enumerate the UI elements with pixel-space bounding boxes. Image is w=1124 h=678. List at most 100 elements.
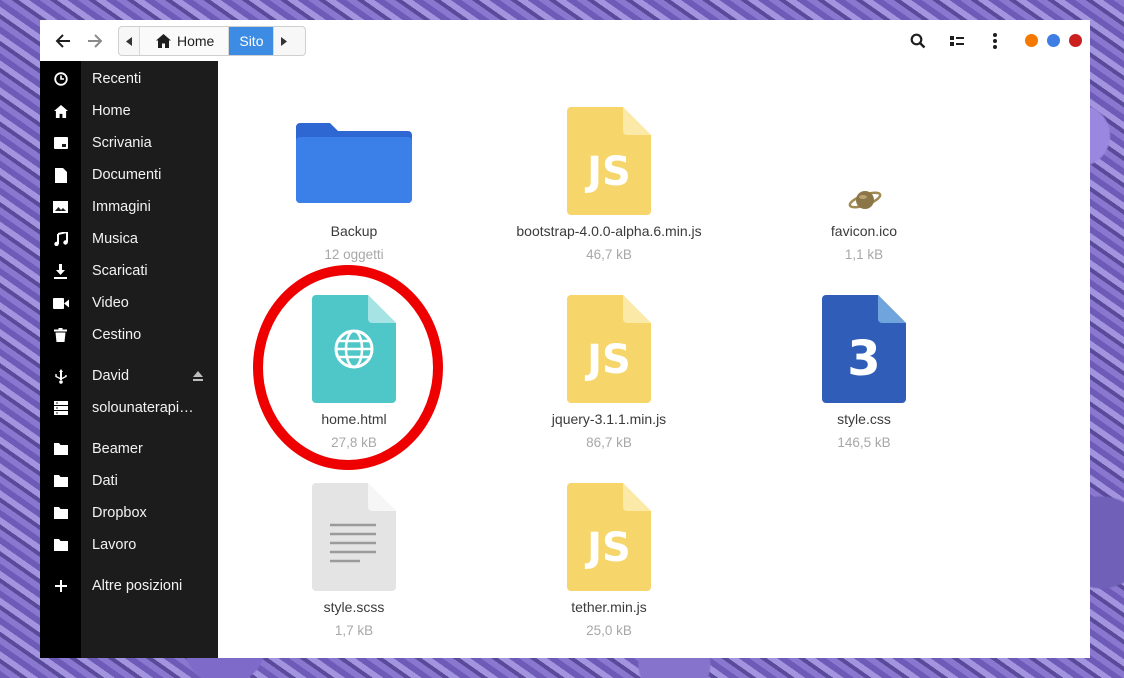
file-meta: 46,7 kB: [586, 247, 632, 262]
sidebar-item-documenti[interactable]: Documenti: [40, 159, 218, 191]
sidebar-item-label: solounaterapia.it: [92, 400, 197, 416]
javascript-file-icon: JS: [567, 107, 651, 215]
file-name: favicon.ico: [830, 223, 898, 239]
folder-icon: [296, 123, 412, 203]
sidebar-item-label: Home: [92, 103, 131, 119]
document-icon: [54, 167, 67, 183]
view-toggle-button[interactable]: [944, 28, 970, 54]
sidebar-item-label: Scaricati: [92, 263, 148, 279]
trash-icon: [54, 328, 67, 342]
desktop-icon: [53, 137, 68, 149]
file-name: style.css: [837, 411, 891, 427]
path-current-button[interactable]: Sito: [229, 27, 274, 55]
file-item-style-scss[interactable]: style.scss 1,7 kB: [244, 473, 464, 638]
back-button[interactable]: [50, 28, 76, 54]
file-item-backup[interactable]: Backup 12 oggetti: [244, 97, 464, 262]
folder-icon: [53, 539, 68, 551]
image-icon: [53, 201, 68, 213]
file-item-tether-js[interactable]: JS tether.min.js 25,0 kB: [499, 473, 719, 638]
javascript-file-icon: JS: [567, 295, 651, 403]
sidebar-bookmark-dati[interactable]: Dati: [40, 465, 218, 497]
search-icon: [910, 33, 926, 49]
sidebar-item-scaricati[interactable]: Scaricati: [40, 255, 218, 287]
file-item-home-html[interactable]: home.html 27,8 kB: [244, 285, 464, 450]
triangle-left-icon: [126, 36, 132, 46]
plus-icon: [54, 580, 67, 592]
triangle-right-icon: [281, 36, 288, 46]
file-name: style.scss: [323, 599, 385, 615]
sidebar-item-cestino[interactable]: Cestino: [40, 319, 218, 351]
usb-icon: [54, 368, 67, 384]
sidebar-item-label: David: [92, 368, 130, 384]
file-item-style-css[interactable]: 3 style.css 146,5 kB: [754, 285, 974, 450]
sidebar-item-label: Altre posizioni: [92, 578, 183, 594]
sidebar-item-recenti[interactable]: Recenti: [40, 63, 218, 95]
planet-icon: [848, 191, 882, 209]
js-icon-text: JS: [584, 337, 631, 383]
js-icon-text: JS: [584, 149, 631, 195]
path-home-button[interactable]: Home: [140, 27, 230, 55]
folder-icon: [53, 443, 68, 455]
home-icon: [53, 104, 68, 118]
file-meta: 86,7 kB: [586, 435, 632, 450]
video-icon: [52, 297, 69, 309]
path-scroll-right-button[interactable]: [273, 27, 294, 55]
download-icon: [54, 263, 67, 279]
clock-icon: [53, 72, 68, 86]
sidebar: Recenti Home Scrivania Documenti Immagin…: [40, 61, 218, 658]
path-home-label: Home: [177, 33, 215, 49]
file-item-bootstrap-js[interactable]: JS bootstrap-4.0.0-alpha.6.min.js 46,7 k…: [499, 97, 719, 262]
sidebar-bookmark-beamer[interactable]: Beamer: [40, 433, 218, 465]
sidebar-item-label: Documenti: [92, 167, 162, 183]
maximize-button[interactable]: [1047, 34, 1060, 47]
javascript-file-icon: JS: [567, 483, 651, 591]
sidebar-item-immagini[interactable]: Immagini: [40, 191, 218, 223]
menu-button[interactable]: [982, 28, 1008, 54]
sidebar-item-label: Scrivania: [92, 135, 152, 151]
file-meta: 25,0 kB: [586, 623, 632, 638]
file-manager-window: Home Sito Recenti Home Scrivania Documen…: [40, 20, 1090, 658]
forward-button[interactable]: [82, 28, 108, 54]
css-file-icon: 3: [822, 295, 906, 403]
sidebar-item-label: Beamer: [92, 441, 143, 457]
sidebar-bookmark-lavoro[interactable]: Lavoro: [40, 529, 218, 561]
file-name: jquery-3.1.1.min.js: [551, 411, 667, 427]
file-meta: 1,7 kB: [334, 623, 374, 638]
sidebar-item-scrivania[interactable]: Scrivania: [40, 127, 218, 159]
arrow-right-icon: [88, 34, 103, 48]
home-icon: [156, 34, 171, 48]
file-name: tether.min.js: [571, 599, 647, 615]
close-button[interactable]: [1069, 34, 1082, 47]
sidebar-device-server[interactable]: solounaterapia.it: [40, 392, 218, 424]
eject-icon[interactable]: [192, 370, 204, 382]
file-item-favicon[interactable]: favicon.ico 1,1 kB: [754, 97, 974, 262]
file-meta: 12 oggetti: [324, 247, 384, 262]
file-meta: 1,1 kB: [844, 247, 884, 262]
minimize-button[interactable]: [1025, 34, 1038, 47]
server-icon: [53, 401, 68, 415]
header-bar: Home Sito: [40, 20, 1090, 61]
music-icon: [53, 232, 68, 246]
path-scroll-left-button[interactable]: [119, 27, 140, 55]
path-current-label: Sito: [239, 33, 264, 49]
sidebar-item-label: Immagini: [92, 199, 151, 215]
file-item-jquery-js[interactable]: JS jquery-3.1.1.min.js 86,7 kB: [499, 285, 719, 450]
path-bar: Home Sito: [118, 26, 306, 56]
sidebar-item-label: Dati: [92, 473, 118, 489]
sidebar-item-label: Dropbox: [92, 505, 147, 521]
search-button[interactable]: [905, 28, 931, 54]
file-name: home.html: [321, 411, 387, 427]
folder-icon: [53, 475, 68, 487]
sidebar-item-video[interactable]: Video: [40, 287, 218, 319]
file-name: bootstrap-4.0.0-alpha.6.min.js: [516, 223, 702, 239]
sidebar-item-home[interactable]: Home: [40, 95, 218, 127]
sidebar-item-label: Lavoro: [92, 537, 137, 553]
sidebar-item-musica[interactable]: Musica: [40, 223, 218, 255]
folder-icon: [53, 507, 68, 519]
menu-kebab-icon: [993, 33, 997, 49]
sidebar-bookmark-dropbox[interactable]: Dropbox: [40, 497, 218, 529]
js-icon-text: JS: [584, 525, 631, 571]
css-icon-text: 3: [847, 331, 880, 387]
sidebar-other-locations[interactable]: Altre posizioni: [40, 570, 218, 602]
sidebar-device-david[interactable]: David: [40, 360, 218, 392]
